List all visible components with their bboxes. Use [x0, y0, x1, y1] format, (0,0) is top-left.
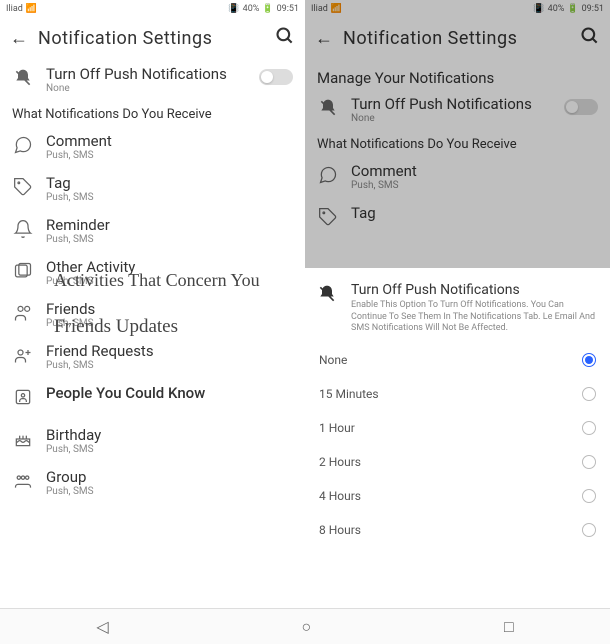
item-title: Comment [46, 132, 293, 150]
app-header: ← Notification Settings [0, 18, 305, 59]
manage-heading: Manage Your Notifications [305, 59, 610, 89]
search-icon[interactable] [580, 26, 600, 51]
friend-request-icon [12, 344, 34, 366]
radio-icon[interactable] [582, 421, 596, 435]
duration-option[interactable]: 1 Hour [305, 411, 610, 445]
item-title: Reminder [46, 216, 293, 234]
option-label: None [319, 353, 347, 367]
navigation-bar: ◁ ○ □ [0, 608, 610, 644]
app-header: ← Notification Settings [305, 18, 610, 59]
overlay-heading: Friends Updates [42, 316, 190, 338]
bell-off-icon [317, 284, 339, 335]
battery-label: 40% [548, 4, 565, 14]
option-label: 8 Hours [319, 523, 361, 537]
radio-icon[interactable] [582, 523, 596, 537]
list-item[interactable]: Tag [305, 198, 610, 240]
duration-option[interactable]: 15 Minutes [305, 377, 610, 411]
option-label: 2 Hours [319, 455, 361, 469]
item-sub: Push, SMS [46, 360, 293, 371]
friends-icon [12, 302, 34, 324]
item-sub: Push, SMS [46, 192, 293, 203]
list-item[interactable]: Friend Requests Push, SMS [0, 336, 305, 378]
push-toggle[interactable] [564, 99, 598, 115]
back-icon[interactable]: ← [315, 28, 333, 49]
birthday-icon [12, 428, 34, 450]
item-title: Birthday [46, 426, 293, 444]
back-icon[interactable]: ← [10, 28, 28, 49]
bell-icon [12, 218, 34, 240]
duration-option[interactable]: 2 Hours [305, 445, 610, 479]
signal-icon: 📶 [26, 4, 37, 14]
carrier-label: Iliad [6, 4, 23, 14]
comment-icon [12, 134, 34, 156]
carrier-label: Iliad [311, 4, 328, 14]
page-title: Notification Settings [38, 28, 265, 49]
radio-icon[interactable] [582, 455, 596, 469]
overlay-heading: Activities That Concern You [42, 270, 272, 291]
item-title: Tag [351, 204, 598, 222]
toggle-title: Turn Off Push Notifications [351, 95, 552, 113]
tag-icon [317, 206, 339, 228]
list-item[interactable]: Comment Push, SMS [0, 126, 305, 168]
tag-icon [12, 176, 34, 198]
nav-recent-icon[interactable]: □ [504, 617, 514, 637]
nav-home-icon[interactable]: ○ [301, 617, 311, 637]
battery-label: 40% [243, 4, 260, 14]
item-title: People You Could Know [46, 384, 293, 402]
status-bar: Iliad 📶 📳 40% 🔋 09:51 [305, 0, 610, 18]
search-icon[interactable] [275, 26, 295, 51]
page-title: Notification Settings [343, 28, 570, 49]
push-toggle-row[interactable]: Turn Off Push Notifications None [0, 59, 305, 101]
option-label: 4 Hours [319, 489, 361, 503]
push-toggle-row[interactable]: Turn Off Push Notifications None [305, 89, 610, 131]
item-sub: Push, SMS [351, 180, 598, 191]
item-title: Friend Requests [46, 342, 293, 360]
list-item[interactable]: Birthday Push, SMS [0, 420, 305, 462]
group-icon [12, 470, 34, 492]
item-title: Tag [46, 174, 293, 192]
section-label: What Notifications Do You Receive [305, 131, 610, 156]
time-label: 09:51 [582, 4, 604, 14]
item-title: Group [46, 468, 293, 486]
vibrate-icon: 📳 [228, 4, 239, 14]
battery-icon: 🔋 [262, 4, 273, 14]
radio-selected-icon[interactable] [582, 353, 596, 367]
push-toggle[interactable] [259, 69, 293, 85]
vibrate-icon: 📳 [533, 4, 544, 14]
item-sub: Push, SMS [46, 444, 293, 455]
list-item[interactable]: People You Could Know [0, 378, 305, 420]
item-title: Comment [351, 162, 598, 180]
activity-icon [12, 260, 34, 282]
list-item[interactable]: Comment Push, SMS [305, 156, 610, 198]
battery-icon: 🔋 [567, 4, 578, 14]
item-sub: Push, SMS [46, 150, 293, 161]
radio-icon[interactable] [582, 387, 596, 401]
list-item[interactable]: Reminder Push, SMS [0, 210, 305, 252]
toggle-sub: None [351, 113, 552, 124]
comment-icon [317, 164, 339, 186]
item-sub: Push, SMS [46, 486, 293, 497]
option-label: 1 Hour [319, 421, 355, 435]
status-bar: Iliad 📶 📳 40% 🔋 09:51 [0, 0, 305, 18]
section-label: What Notifications Do You Receive [0, 101, 305, 126]
duration-option[interactable]: 4 Hours [305, 479, 610, 513]
list-item[interactable]: Group Push, SMS [0, 462, 305, 504]
duration-option[interactable]: 8 Hours [305, 513, 610, 547]
sheet-title: Turn Off Push Notifications [351, 282, 598, 298]
nav-back-icon[interactable]: ◁ [96, 617, 108, 636]
option-label: 15 Minutes [319, 387, 379, 401]
signal-icon: 📶 [331, 4, 342, 14]
people-icon [12, 386, 34, 408]
bell-off-icon [12, 67, 34, 89]
toggle-sub: None [46, 83, 247, 94]
time-label: 09:51 [277, 4, 299, 14]
item-sub: Push, SMS [46, 234, 293, 245]
duration-option[interactable]: None [305, 343, 610, 377]
sheet-desc: Enable This Option To Turn Off Notificat… [351, 300, 598, 335]
toggle-title: Turn Off Push Notifications [46, 65, 247, 83]
bell-off-icon [317, 97, 339, 119]
radio-icon[interactable] [582, 489, 596, 503]
options-sheet: Turn Off Push Notifications Enable This … [305, 268, 610, 608]
list-item[interactable]: Tag Push, SMS [0, 168, 305, 210]
